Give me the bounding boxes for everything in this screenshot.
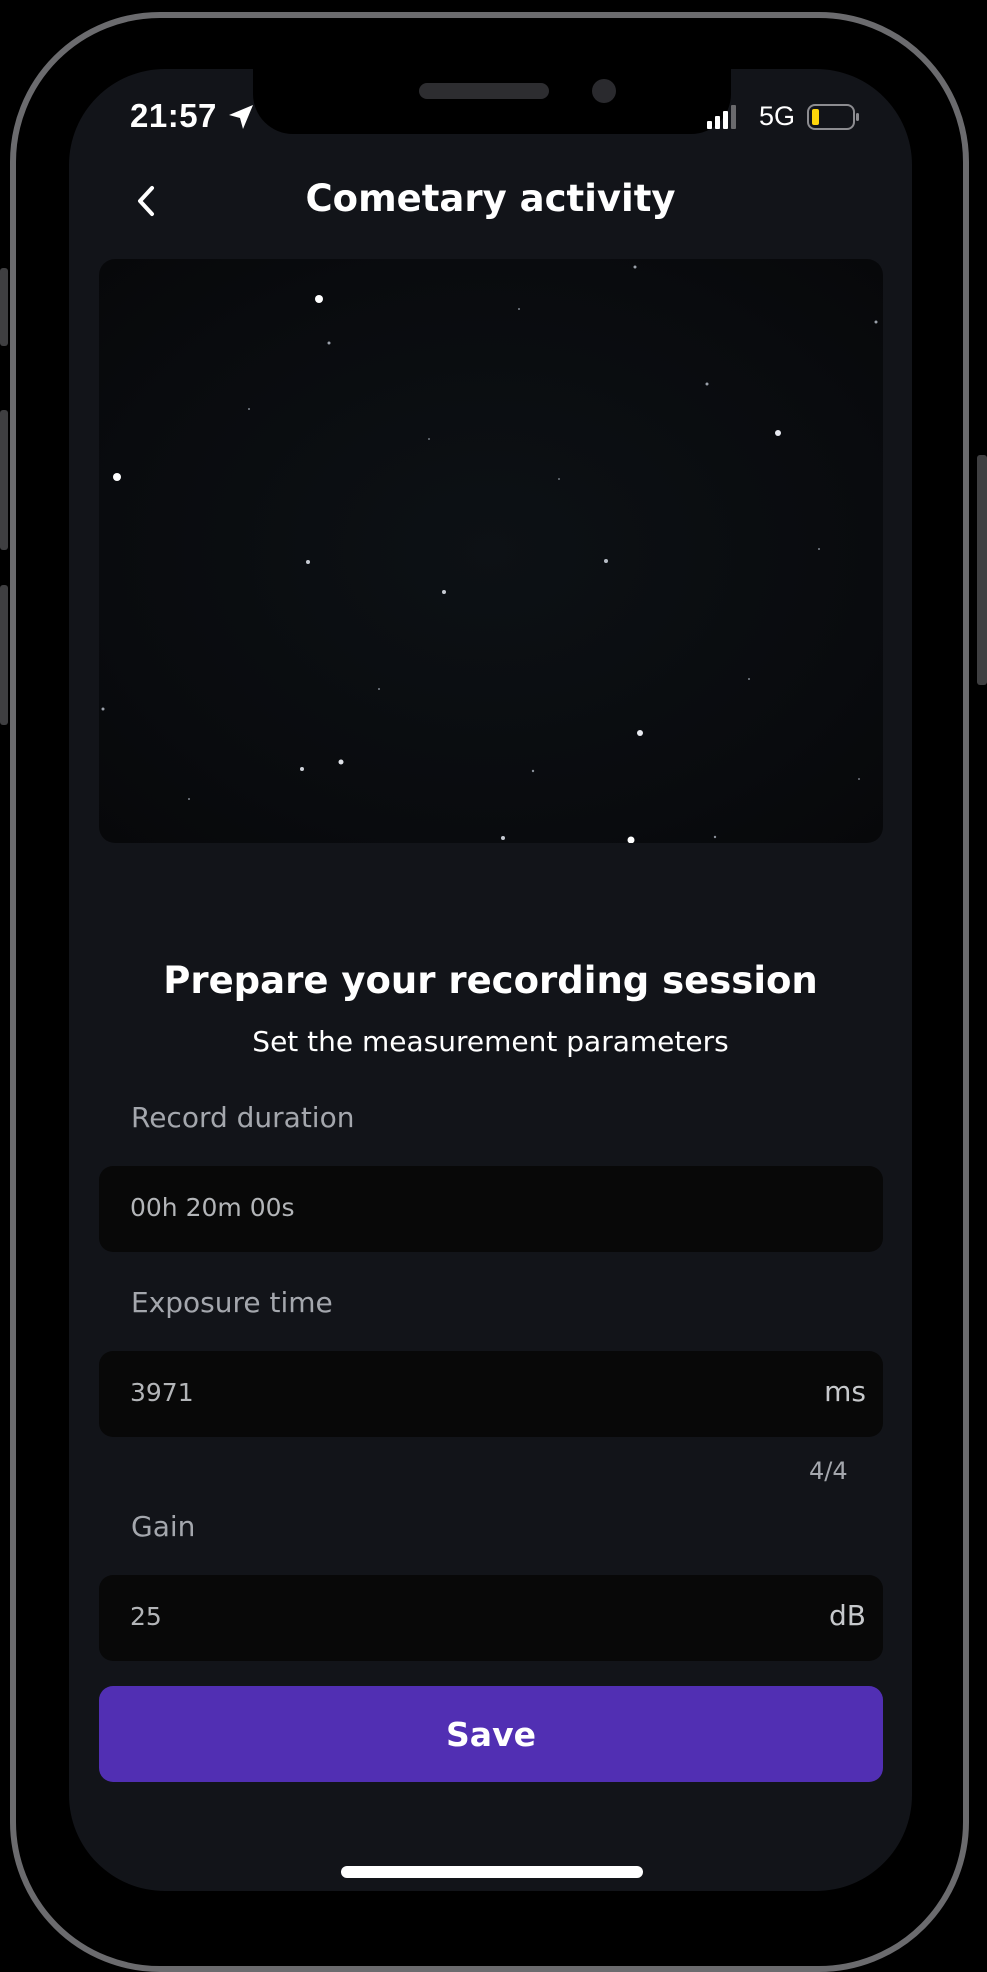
star: [874, 320, 878, 324]
star: [315, 295, 323, 303]
star: [858, 778, 860, 780]
exposure-time-input[interactable]: [130, 1378, 630, 1407]
star: [713, 835, 717, 839]
status-time: 21:57: [130, 97, 217, 134]
mute-switch: [0, 268, 8, 346]
session-heading: Prepare your recording session: [163, 959, 818, 1002]
cellular-signal-icon: [707, 105, 736, 129]
gain-label: Gain: [131, 1510, 196, 1543]
gain-unit: dB: [829, 1599, 866, 1632]
exposure-time-counter: 4/4: [809, 1457, 848, 1485]
record-duration-input[interactable]: [130, 1193, 630, 1222]
star: [518, 308, 520, 310]
star: [306, 560, 310, 564]
exposure-time-unit: ms: [824, 1375, 866, 1408]
star: [113, 473, 121, 481]
record-duration-field[interactable]: [99, 1166, 883, 1252]
star: [101, 707, 105, 711]
star: [633, 265, 637, 269]
star: [338, 759, 344, 765]
page-title: Cometary activity: [305, 177, 676, 220]
battery-icon: [807, 104, 859, 130]
star: [248, 408, 250, 410]
app-screen: 21:57 5G Cometary activity Prepare your …: [69, 69, 912, 1891]
session-subheading: Set the measurement parameters: [252, 1025, 729, 1058]
star: [442, 590, 446, 594]
star: [531, 769, 535, 773]
power-button: [977, 455, 987, 685]
star: [637, 730, 643, 736]
star: [748, 678, 750, 680]
star: [501, 836, 505, 840]
star: [378, 688, 380, 690]
star-field: [101, 265, 878, 843]
camera-preview: [99, 259, 883, 843]
star: [818, 548, 820, 550]
notch: [253, 69, 731, 134]
gain-input[interactable]: [130, 1602, 630, 1631]
gain-field[interactable]: dB: [99, 1575, 883, 1661]
star: [627, 836, 635, 843]
star: [558, 478, 560, 480]
star: [705, 382, 709, 386]
location-arrow-icon: [229, 105, 253, 129]
star: [604, 559, 608, 563]
volume-down-button: [0, 585, 8, 725]
star: [428, 438, 430, 440]
exposure-time-label: Exposure time: [131, 1286, 333, 1319]
save-button[interactable]: Save: [99, 1686, 883, 1782]
device-frame: 21:57 5G Cometary activity Prepare your …: [0, 0, 987, 1972]
front-camera: [592, 79, 616, 103]
speaker-grille: [419, 83, 549, 99]
star: [300, 767, 304, 771]
star: [327, 341, 331, 345]
network-type: 5G: [759, 101, 796, 131]
exposure-time-field[interactable]: ms: [99, 1351, 883, 1437]
star: [188, 798, 190, 800]
star: [775, 430, 781, 436]
record-duration-label: Record duration: [131, 1101, 355, 1134]
volume-up-button: [0, 410, 8, 550]
home-indicator[interactable]: [341, 1866, 643, 1878]
